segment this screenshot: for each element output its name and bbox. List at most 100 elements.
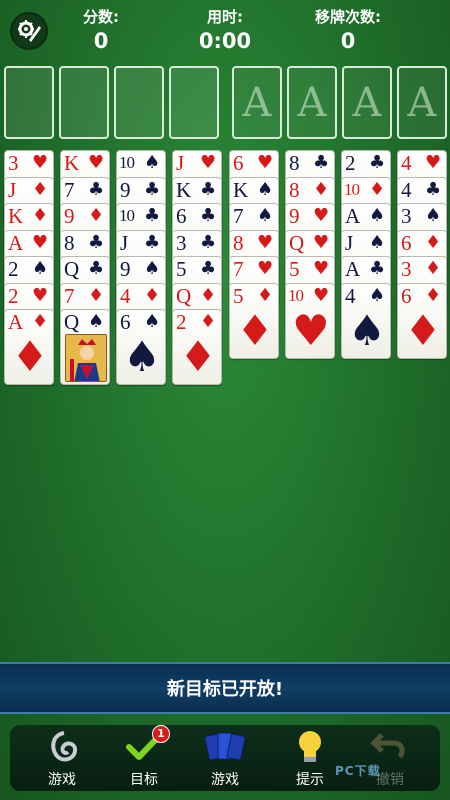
card-rank: 10 — [344, 180, 360, 199]
card-rank: 9 — [120, 257, 131, 281]
card-suit-icon: ♦ — [200, 285, 217, 306]
card-suit-icon: ♦ — [88, 205, 105, 226]
playing-card[interactable]: A ♦ ♦ — [4, 309, 54, 385]
card-suit-icon: ♦ — [32, 311, 49, 332]
watermark-text: PC下载 — [335, 764, 381, 778]
playing-card[interactable]: Q ♠ — [60, 309, 110, 385]
card-center-suit-icon: ♠ — [123, 332, 161, 381]
goals-label: 目标 — [130, 772, 158, 788]
new-goal-banner[interactable]: 新目标已开放! — [0, 662, 450, 714]
card-suit-icon: ♥ — [425, 152, 442, 173]
card-rank: K — [64, 151, 80, 175]
card-suit-icon: ♠ — [369, 205, 386, 226]
card-suit-icon: ♦ — [425, 285, 442, 306]
game-menu-button[interactable]: 游戏 — [22, 725, 102, 791]
card-rank: J — [8, 178, 17, 202]
card-suit-icon: ♥ — [257, 258, 274, 279]
card-rank: 8 — [64, 231, 75, 255]
card-rank: K — [176, 178, 192, 202]
card-suit-icon: ♥ — [32, 285, 49, 306]
card-suit-icon: ♣ — [369, 258, 386, 279]
card-center-suit-icon: ♦ — [236, 306, 274, 355]
playing-card[interactable]: 6 ♦ ♦ — [397, 283, 447, 359]
card-suit-icon: ♠ — [32, 258, 49, 279]
card-rank: 4 — [401, 178, 412, 202]
card-suit-icon: ♥ — [257, 232, 274, 253]
card-suit-icon: ♠ — [144, 152, 161, 173]
card-suit-icon: ♠ — [425, 205, 442, 226]
undo-icon — [370, 733, 405, 759]
card-rank: 6 — [401, 284, 412, 308]
foundation-label: A — [352, 79, 382, 126]
card-suit-icon: ♦ — [369, 179, 386, 200]
playing-card[interactable]: 5 ♦ ♦ — [229, 283, 279, 359]
card-suit-icon: ♣ — [369, 152, 386, 173]
free-cell[interactable] — [169, 66, 219, 139]
card-rank: 2 — [8, 284, 19, 308]
card-rank: 2 — [8, 257, 19, 281]
foundation-pile[interactable]: A — [232, 66, 282, 139]
foundation-pile[interactable]: A — [342, 66, 392, 139]
cards-icon — [205, 732, 245, 761]
gear-wrench-icon — [18, 20, 41, 42]
queen-portrait-icon — [65, 334, 107, 382]
card-rank: 8 — [289, 151, 300, 175]
card-suit-icon: ♣ — [200, 232, 217, 253]
card-suit-icon: ♦ — [88, 285, 105, 306]
card-suit-icon: ♠ — [257, 205, 274, 226]
card-rank: 6 — [120, 310, 131, 334]
score-label: 分数: — [83, 8, 119, 26]
new-game-button[interactable]: 游戏 — [185, 725, 265, 791]
playing-card[interactable]: 4 ♠ ♠ — [341, 283, 391, 359]
playing-card[interactable]: 6 ♠ ♠ — [116, 309, 166, 385]
playing-card[interactable]: 10 ♥ ♥ — [285, 283, 335, 359]
card-rank: K — [233, 178, 249, 202]
card-center-suit-icon: ♦ — [11, 332, 49, 381]
card-suit-icon: ♣ — [144, 179, 161, 200]
undo-button[interactable]: 撤销 — [350, 725, 430, 791]
foundation-label: A — [242, 79, 272, 126]
card-center-suit-icon: ♦ — [179, 332, 217, 381]
card-rank: 6 — [233, 151, 244, 175]
card-rank: 4 — [120, 284, 131, 308]
foundation-pile[interactable]: A — [287, 66, 337, 139]
moves-label: 移牌次数: — [315, 8, 381, 26]
card-rank: J — [176, 151, 185, 175]
card-rank: 5 — [176, 257, 187, 281]
card-rank: 8 — [289, 178, 300, 202]
card-rank: 7 — [233, 257, 244, 281]
hint-button[interactable]: 提示 — [270, 725, 350, 791]
card-rank: J — [120, 231, 129, 255]
score-value: 0 — [93, 29, 109, 53]
free-cell[interactable] — [114, 66, 164, 139]
card-rank: 2 — [345, 151, 356, 175]
card-rank: Q — [64, 257, 80, 281]
card-suit-icon: ♦ — [200, 311, 217, 332]
banner-text: 新目标已开放! — [166, 679, 284, 700]
card-suit-icon: ♦ — [144, 285, 161, 306]
foundation-pile[interactable]: A — [397, 66, 447, 139]
goals-button[interactable]: 1 目标 — [104, 725, 184, 791]
card-suit-icon: ♣ — [144, 205, 161, 226]
card-suit-icon: ♣ — [88, 179, 105, 200]
card-suit-icon: ♥ — [200, 152, 217, 173]
card-suit-icon: ♦ — [313, 179, 330, 200]
card-rank: 6 — [401, 231, 412, 255]
card-rank: 8 — [233, 231, 244, 255]
card-rank: 3 — [176, 231, 187, 255]
card-rank: 9 — [64, 204, 75, 228]
card-suit-icon: ♠ — [144, 311, 161, 332]
card-rank: Q — [64, 310, 80, 334]
card-rank: 10 — [288, 286, 304, 305]
card-suit-icon: ♠ — [88, 311, 105, 332]
free-cell[interactable] — [59, 66, 109, 139]
free-cell[interactable] — [4, 66, 54, 139]
settings-button[interactable] — [10, 12, 48, 50]
playing-card[interactable]: 2 ♦ ♦ — [172, 309, 222, 385]
card-rank: 5 — [289, 257, 300, 281]
foundation-label: A — [297, 79, 327, 126]
card-center-suit-icon: ♠ — [348, 306, 386, 355]
card-suit-icon: ♣ — [88, 258, 105, 279]
game-menu-label: 游戏 — [48, 772, 76, 788]
card-suit-icon: ♦ — [32, 179, 49, 200]
